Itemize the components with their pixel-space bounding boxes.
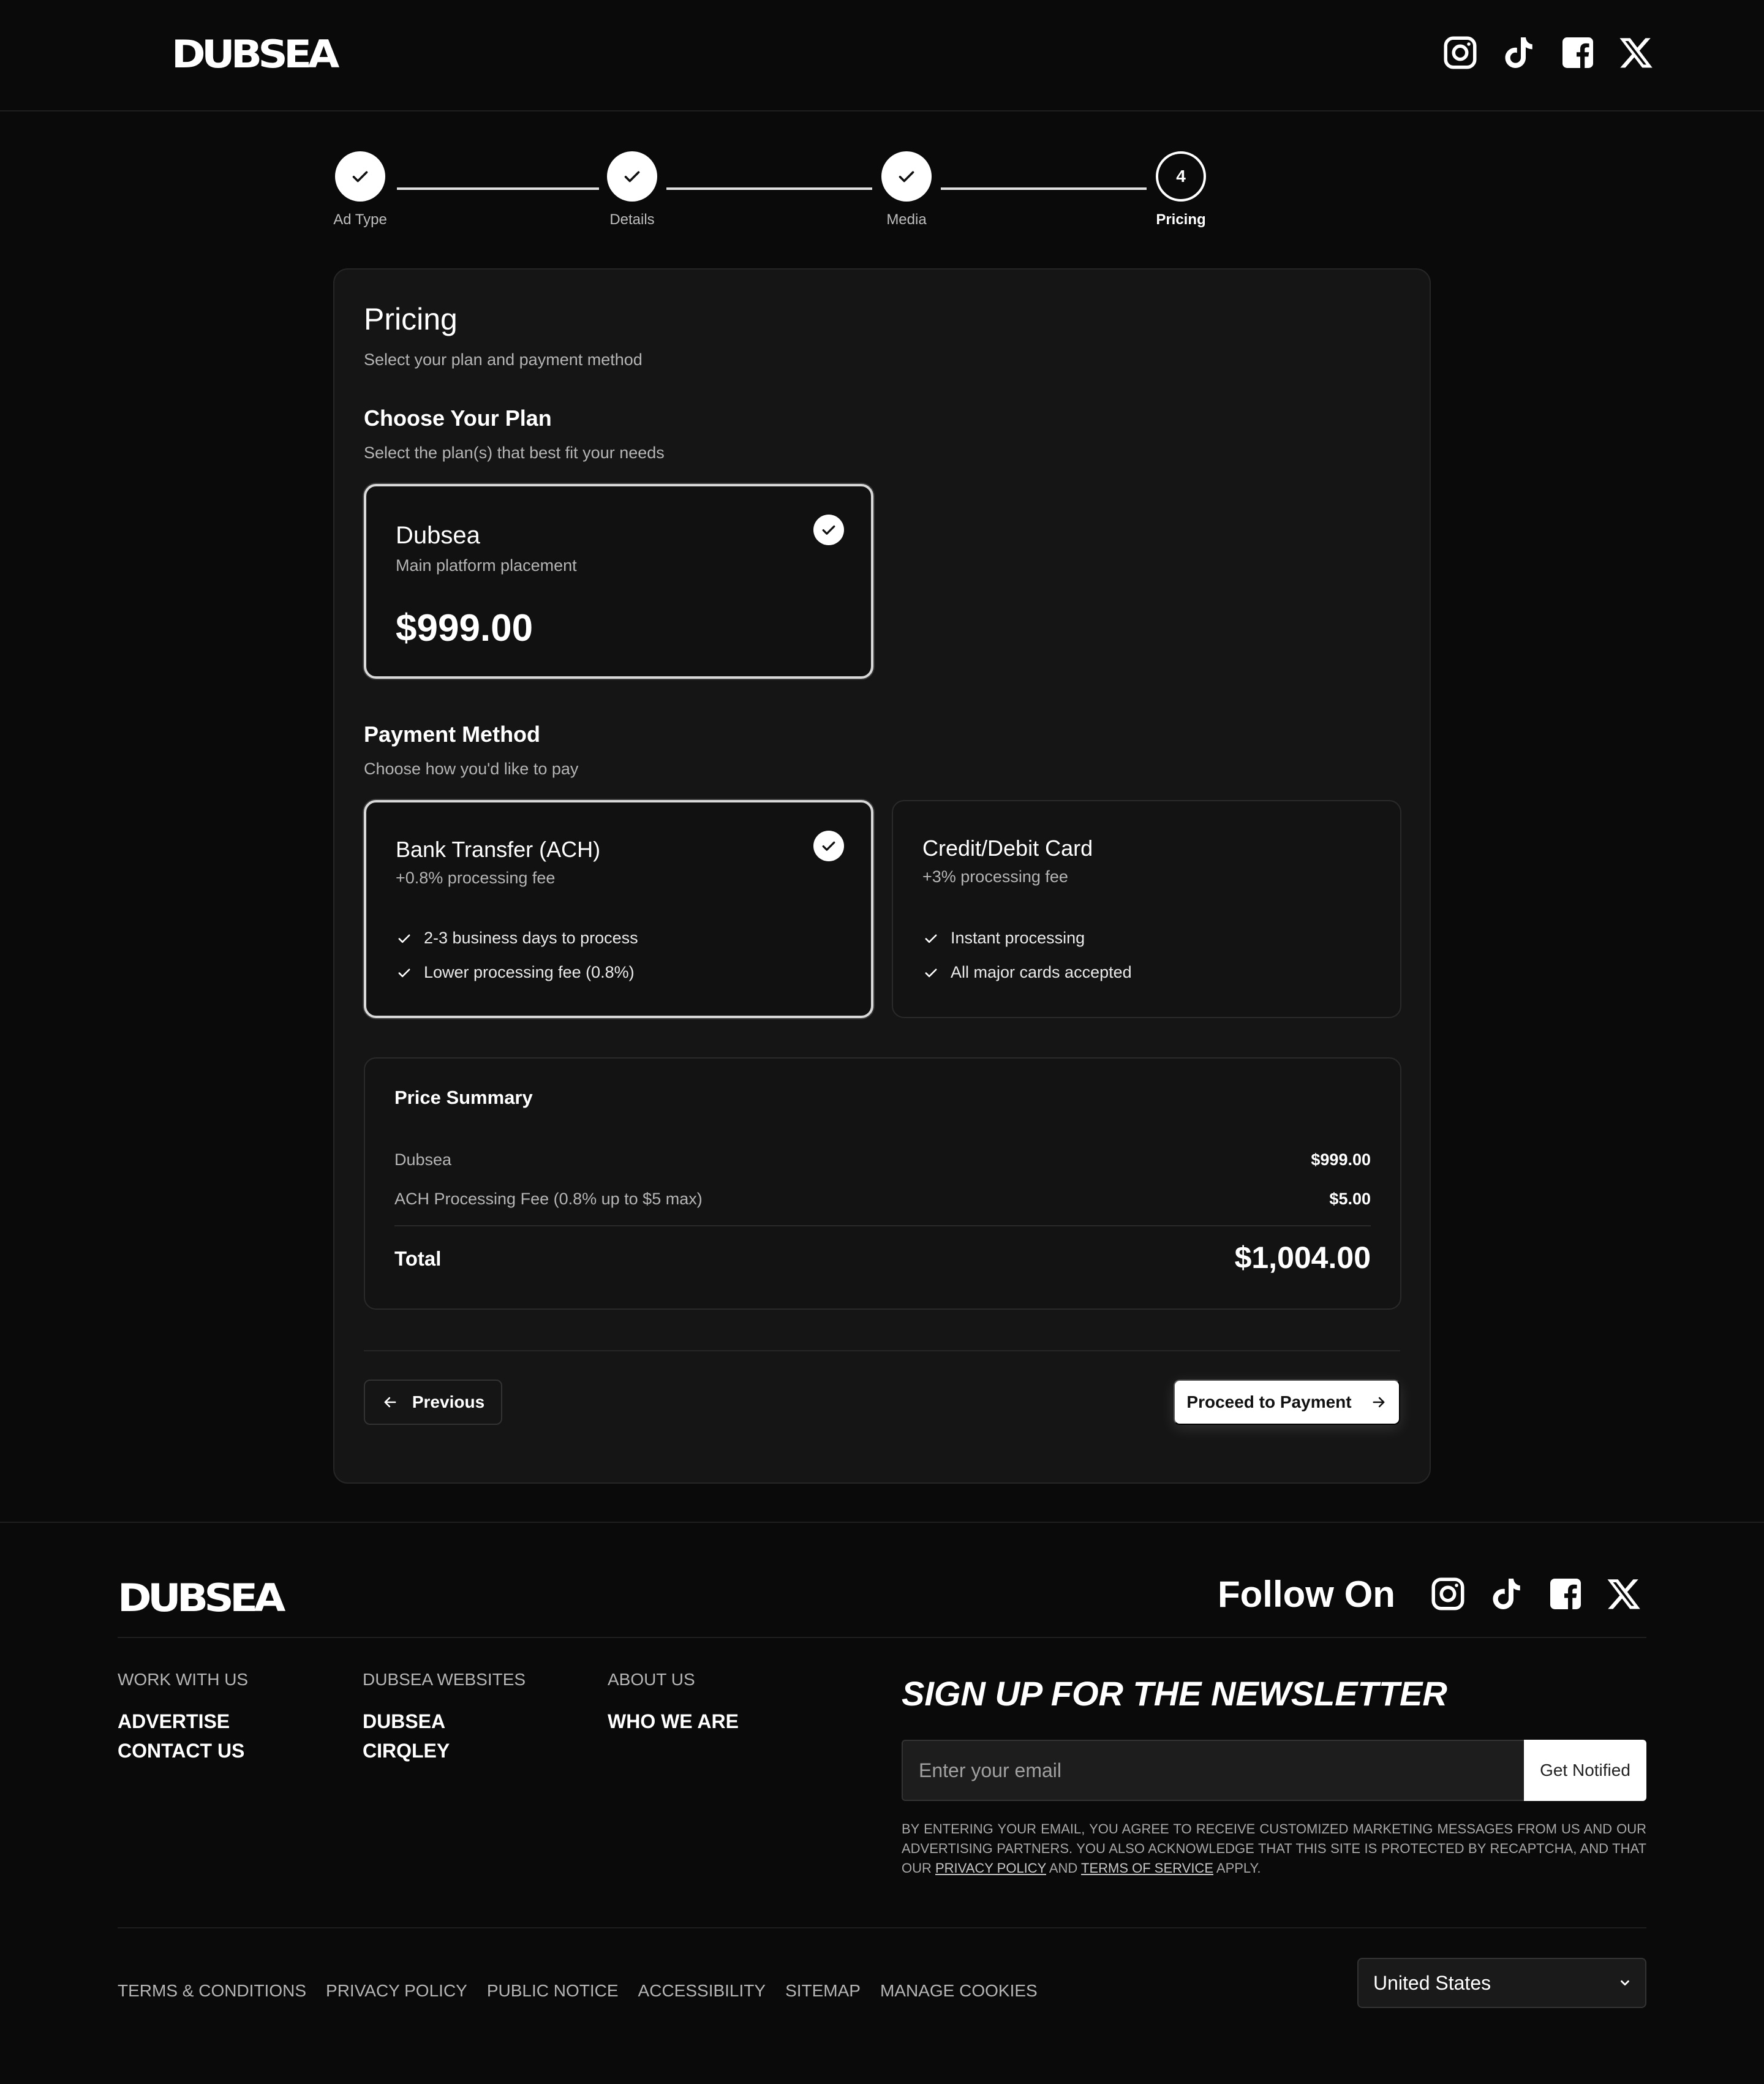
newsletter-legal-text: By entering your email, you agree to rec… — [902, 1819, 1646, 1878]
link-terms-conditions[interactable]: TERMS & CONDITIONS — [118, 1981, 306, 2001]
country-select[interactable]: United States — [1357, 1958, 1646, 2008]
total-value: $1,004.00 — [1234, 1240, 1371, 1275]
feature-text: Instant processing — [951, 929, 1085, 947]
footer-column-heading: DUBSEA WEBSITES — [363, 1670, 526, 1689]
link-privacy-policy[interactable]: PRIVACY POLICY — [326, 1981, 467, 2001]
summary-row-value: $999.00 — [1311, 1150, 1371, 1169]
payment-method-fee: +3% processing fee — [922, 867, 1068, 886]
link-accessibility[interactable]: ACCESSIBILITY — [638, 1981, 766, 2001]
plan-section-title: Choose Your Plan — [364, 406, 552, 431]
footer-link-dubsea[interactable]: DUBSEA — [363, 1710, 445, 1733]
plan-name: Dubsea — [396, 522, 480, 549]
link-public-notice[interactable]: PUBLIC NOTICE — [487, 1981, 619, 2001]
plan-option-dubsea[interactable]: Dubsea Main platform placement $999.00 — [364, 484, 873, 679]
legal-text: apply. — [1213, 1860, 1261, 1876]
feature-item: Instant processing — [922, 929, 1085, 948]
page-title: Pricing — [364, 302, 458, 336]
tiktok-icon[interactable] — [1488, 1576, 1525, 1612]
total-label: Total — [394, 1247, 442, 1270]
facebook-icon[interactable] — [1547, 1576, 1584, 1612]
footer-link-cirqley[interactable]: CIRQLEY — [363, 1740, 450, 1762]
proceed-to-payment-button[interactable]: Proceed to Payment — [1174, 1380, 1400, 1425]
footer-link-contact-us[interactable]: CONTACT US — [118, 1740, 244, 1762]
feature-item: 2-3 business days to process — [396, 929, 638, 948]
plan-description: Main platform placement — [396, 556, 577, 575]
progress-stepper: Ad Type Details Media 4 Pricing — [0, 0, 1764, 245]
price-summary: Price Summary Dubsea $999.00 ACH Process… — [364, 1057, 1401, 1310]
instagram-icon[interactable] — [1430, 1576, 1466, 1612]
site-footer: DUBSEA Follow On WORK WITH US ADVERTISE … — [0, 1522, 1764, 2084]
payment-method-fee: +0.8% processing fee — [396, 869, 556, 887]
legal-text: and — [1046, 1860, 1082, 1876]
arrow-right-icon — [1373, 1397, 1385, 1408]
summary-row-label: ACH Processing Fee (0.8% up to $5 max) — [394, 1190, 703, 1208]
step-media-check-icon — [881, 151, 932, 202]
footer-column-heading: ABOUT US — [608, 1670, 695, 1689]
step-details-check-icon — [607, 151, 657, 202]
footer-link-advertise[interactable]: ADVERTISE — [118, 1710, 230, 1733]
feature-text: 2-3 business days to process — [424, 929, 638, 947]
terms-of-service-link[interactable]: Terms of Service — [1081, 1860, 1213, 1876]
chevron-down-icon — [1621, 1980, 1629, 1986]
payment-section-title: Payment Method — [364, 722, 541, 747]
summary-row-value: $5.00 — [1329, 1190, 1371, 1208]
feature-item: All major cards accepted — [922, 963, 1132, 982]
payment-option-card[interactable]: Credit/Debit Card +3% processing fee Ins… — [892, 800, 1401, 1018]
selected-check-icon — [813, 831, 844, 861]
payment-section-subtitle: Choose how you'd like to pay — [364, 760, 579, 778]
country-select-value: United States — [1373, 1971, 1491, 1994]
link-manage-cookies[interactable]: MANAGE COOKIES — [880, 1981, 1038, 2001]
check-icon — [925, 934, 937, 943]
previous-button[interactable]: Previous — [364, 1380, 502, 1425]
check-icon — [925, 968, 937, 977]
proceed-button-label: Proceed to Payment — [1186, 1392, 1352, 1411]
selected-check-icon — [813, 515, 844, 545]
step-label-media: Media — [886, 211, 927, 228]
summary-title: Price Summary — [394, 1087, 533, 1108]
arrow-left-icon — [384, 1397, 396, 1408]
step-pricing-current: 4 — [1156, 151, 1206, 202]
feature-text: All major cards accepted — [951, 963, 1132, 981]
step-label-ad-type: Ad Type — [333, 211, 387, 228]
newsletter-title: SIGN UP FOR THE NEWSLETTER — [902, 1674, 1447, 1713]
get-notified-button[interactable]: Get Notified — [1524, 1740, 1646, 1801]
footer-divider — [118, 1637, 1646, 1638]
step-connector — [941, 187, 1147, 190]
plan-price: $999.00 — [396, 607, 533, 649]
summary-row-label: Dubsea — [394, 1150, 452, 1169]
x-icon[interactable] — [1606, 1576, 1643, 1612]
page-subtitle: Select your plan and payment method — [364, 350, 643, 369]
privacy-policy-link[interactable]: Privacy Policy — [935, 1860, 1046, 1876]
payment-option-ach[interactable]: Bank Transfer (ACH) +0.8% processing fee… — [364, 800, 873, 1018]
pricing-card: Pricing Select your plan and payment met… — [333, 268, 1431, 1484]
summary-divider — [394, 1225, 1371, 1226]
footer-social-links — [1430, 1576, 1643, 1612]
check-icon — [398, 934, 410, 943]
previous-button-label: Previous — [412, 1392, 485, 1411]
footer-logo[interactable]: DUBSEA — [118, 1576, 285, 1620]
payment-method-name: Credit/Debit Card — [922, 836, 1093, 861]
feature-item: Lower processing fee (0.8%) — [396, 963, 635, 982]
step-ad-type-check-icon — [335, 151, 385, 202]
feature-text: Lower processing fee (0.8%) — [424, 963, 635, 981]
step-connector — [397, 187, 599, 190]
actions-divider — [364, 1350, 1400, 1351]
step-label-details: Details — [609, 211, 655, 228]
footer-column-heading: WORK WITH US — [118, 1670, 249, 1689]
step-label-pricing: Pricing — [1156, 211, 1206, 228]
newsletter-email-input[interactable] — [902, 1740, 1524, 1801]
step-connector — [666, 187, 872, 190]
step-number: 4 — [1176, 167, 1186, 186]
footer-bottom-links: TERMS & CONDITIONS PRIVACY POLICY PUBLIC… — [118, 1981, 1038, 2001]
plan-section-subtitle: Select the plan(s) that best fit your ne… — [364, 444, 665, 462]
follow-on-label: Follow On — [1218, 1574, 1395, 1615]
link-sitemap[interactable]: SITEMAP — [785, 1981, 861, 2001]
footer-divider — [118, 1927, 1646, 1928]
payment-method-name: Bank Transfer (ACH) — [396, 837, 601, 862]
check-icon — [398, 968, 410, 977]
footer-link-who-we-are[interactable]: WHO WE ARE — [608, 1710, 739, 1733]
